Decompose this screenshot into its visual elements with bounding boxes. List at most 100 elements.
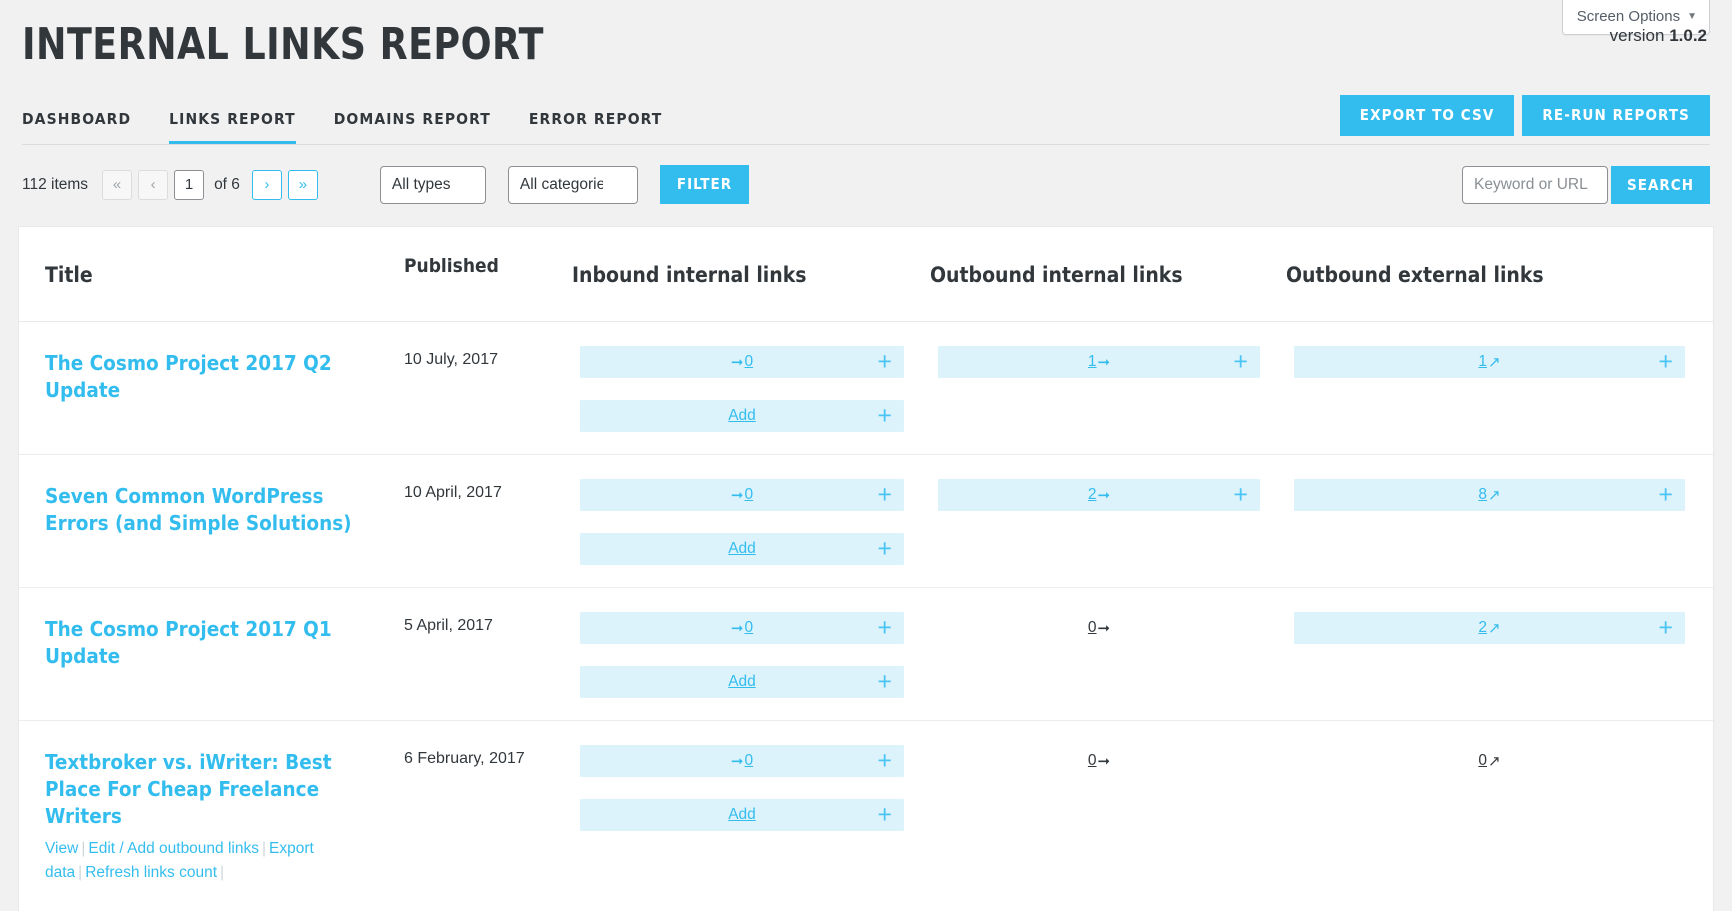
link-direction-arrow-icon: ➞ [1097, 753, 1111, 771]
add-link-plus-icon[interactable]: + [877, 403, 892, 429]
first-page-button[interactable]: « [102, 169, 133, 200]
search-button[interactable]: SEARCH [1611, 165, 1710, 204]
search-group: SEARCH [1462, 165, 1710, 204]
category-filter-select[interactable]: All categories [507, 165, 638, 204]
add-link-plus-icon[interactable]: + [1658, 349, 1673, 375]
add-link-plus-icon[interactable]: + [877, 349, 892, 375]
table-row: Textbroker vs. iWriter: Best Place For C… [19, 720, 1713, 911]
table-row: The Cosmo Project 2017 Q1 Update 5 April,… [19, 587, 1713, 721]
add-link-plus-icon[interactable]: + [877, 669, 892, 695]
post-title-link[interactable]: Seven Common WordPress Errors (and Simpl… [45, 483, 378, 537]
page-title: INTERNAL LINKS REPORT [22, 19, 544, 70]
link-count-pill[interactable]: 1 ↗ + [1294, 346, 1685, 379]
nav-tabs: DASHBOARD LINKS REPORT DOMAINS REPORT ER… [22, 110, 700, 145]
link-direction-arrow-icon: ➞ [730, 619, 744, 637]
category-filter[interactable]: All categories [507, 165, 638, 204]
link-count-number: 2 [1478, 619, 1488, 637]
filter-button[interactable]: FILTER [659, 165, 750, 205]
link-count-number: 0 [744, 619, 754, 637]
type-filter-select[interactable]: All types [379, 165, 486, 204]
link-count-number: 2 [1087, 486, 1097, 504]
add-link-plus-icon[interactable]: + [1233, 482, 1248, 508]
post-title-link[interactable]: The Cosmo Project 2017 Q1 Update [45, 616, 378, 670]
pagination: « ‹ of 6 › » [102, 169, 318, 200]
link-count-pill[interactable]: 2 ➞ + [938, 479, 1260, 512]
add-link-label[interactable]: Add [728, 540, 756, 558]
add-link-pill[interactable]: Add + [580, 533, 904, 566]
tab-domains-report[interactable]: DOMAINS REPORT [334, 110, 491, 144]
post-title-link[interactable]: The Cosmo Project 2017 Q2 Update [45, 350, 378, 404]
link-direction-arrow-icon: ➞ [730, 486, 744, 504]
row-action-edit-add-outbound-links[interactable]: Edit / Add outbound links [88, 840, 259, 857]
link-count-pill[interactable]: ➞ 0 + [580, 745, 904, 778]
last-page-button[interactable]: » [287, 169, 318, 200]
link-direction-arrow-icon: ➞ [730, 353, 744, 371]
add-link-plus-icon[interactable]: + [1658, 482, 1673, 508]
links-report-table: Title Published Inbound internal links O… [18, 226, 1714, 911]
add-link-pill[interactable]: Add + [580, 799, 904, 832]
row-actions: View | Edit / Add outbound links | Export da… [45, 837, 378, 885]
type-filter[interactable]: All types [379, 165, 486, 204]
nav-tabs-row: DASHBOARD LINKS REPORT DOMAINS REPORT ER… [22, 95, 1710, 146]
link-count-value[interactable]: ➞ 0 [731, 620, 753, 636]
link-count-value[interactable]: ➞ 0 [731, 753, 753, 769]
export-to-csv-button[interactable]: EXPORT TO CSV [1339, 95, 1515, 137]
version-label: version [1609, 26, 1665, 45]
version-number: 1.0.2 [1669, 26, 1707, 45]
search-input[interactable] [1462, 165, 1609, 204]
add-link-label[interactable]: Add [728, 407, 756, 425]
link-count-value[interactable]: 1 ↗ [1478, 354, 1500, 370]
tab-dashboard[interactable]: DASHBOARD [22, 110, 131, 144]
column-header-outbound-internal-links: Outbound internal links [930, 227, 1286, 323]
add-link-plus-icon[interactable]: + [1658, 615, 1673, 641]
add-link-plus-icon[interactable]: + [1233, 349, 1248, 375]
add-link-label[interactable]: Add [728, 673, 756, 691]
link-count-number: 0 [744, 353, 754, 371]
current-page-input[interactable] [174, 169, 205, 200]
add-link-pill[interactable]: Add + [580, 666, 904, 699]
link-count-value[interactable]: ➞ 0 [731, 354, 753, 370]
table-row: The Cosmo Project 2017 Q2 Update 10 July,… [19, 322, 1713, 455]
tab-links-report[interactable]: LINKS REPORT [169, 110, 296, 145]
link-count-pill[interactable]: 8 ↗ + [1294, 479, 1685, 512]
link-count-value[interactable]: ➞ 0 [731, 487, 753, 503]
link-count-value[interactable]: 1 ➞ [1088, 354, 1110, 370]
link-count-value[interactable]: 2 ➞ [1088, 487, 1110, 503]
add-link-pill[interactable]: Add + [580, 400, 904, 433]
prev-page-button[interactable]: ‹ [138, 169, 169, 200]
link-count-number: 0 [1478, 752, 1488, 770]
link-count-number: 1 [1478, 353, 1488, 371]
page-header: INTERNAL LINKS REPORT version 1.0.2 DASH… [0, 0, 1732, 146]
table-body: The Cosmo Project 2017 Q2 Update 10 July,… [19, 322, 1713, 911]
published-date: 10 July, 2017 [404, 351, 498, 369]
link-count-pill[interactable]: ➞ 0 + [580, 479, 904, 512]
row-action-refresh-links-count[interactable]: Refresh links count [85, 864, 217, 881]
next-page-button[interactable]: › [251, 169, 282, 200]
link-direction-arrow-icon: ➞ [1097, 620, 1111, 638]
row-action-separator: | [261, 840, 267, 858]
tab-error-report[interactable]: ERROR REPORT [529, 110, 663, 144]
add-link-label[interactable]: Add [728, 806, 756, 824]
link-count-pill[interactable]: ➞ 0 + [580, 346, 904, 379]
link-count-pill[interactable]: ➞ 0 + [580, 612, 904, 645]
link-count-number: 0 [744, 486, 754, 504]
header-actions: EXPORT TO CSV RE-RUN REPORTS [1339, 95, 1710, 144]
published-date: 5 April, 2017 [404, 617, 493, 635]
add-link-plus-icon[interactable]: + [877, 748, 892, 774]
link-count-value[interactable]: 2 ↗ [1478, 620, 1500, 636]
add-link-plus-icon[interactable]: + [877, 615, 892, 641]
row-action-view[interactable]: View [45, 840, 78, 857]
add-link-plus-icon[interactable]: + [877, 482, 892, 508]
link-count-number: 0 [1087, 619, 1097, 637]
add-link-plus-icon[interactable]: + [877, 802, 892, 828]
column-header-published: Published [404, 227, 572, 323]
add-link-plus-icon[interactable]: + [877, 536, 892, 562]
row-action-separator: | [220, 864, 225, 882]
re-run-reports-button[interactable]: RE-RUN REPORTS [1522, 95, 1710, 137]
link-count-number: 1 [1087, 353, 1097, 371]
published-date: 10 April, 2017 [404, 484, 502, 502]
link-count-pill[interactable]: 2 ↗ + [1294, 612, 1685, 645]
link-count-value[interactable]: 8 ↗ [1478, 487, 1500, 503]
link-count-pill[interactable]: 1 ➞ + [938, 346, 1260, 379]
post-title-link[interactable]: Textbroker vs. iWriter: Best Place For C… [45, 749, 378, 830]
